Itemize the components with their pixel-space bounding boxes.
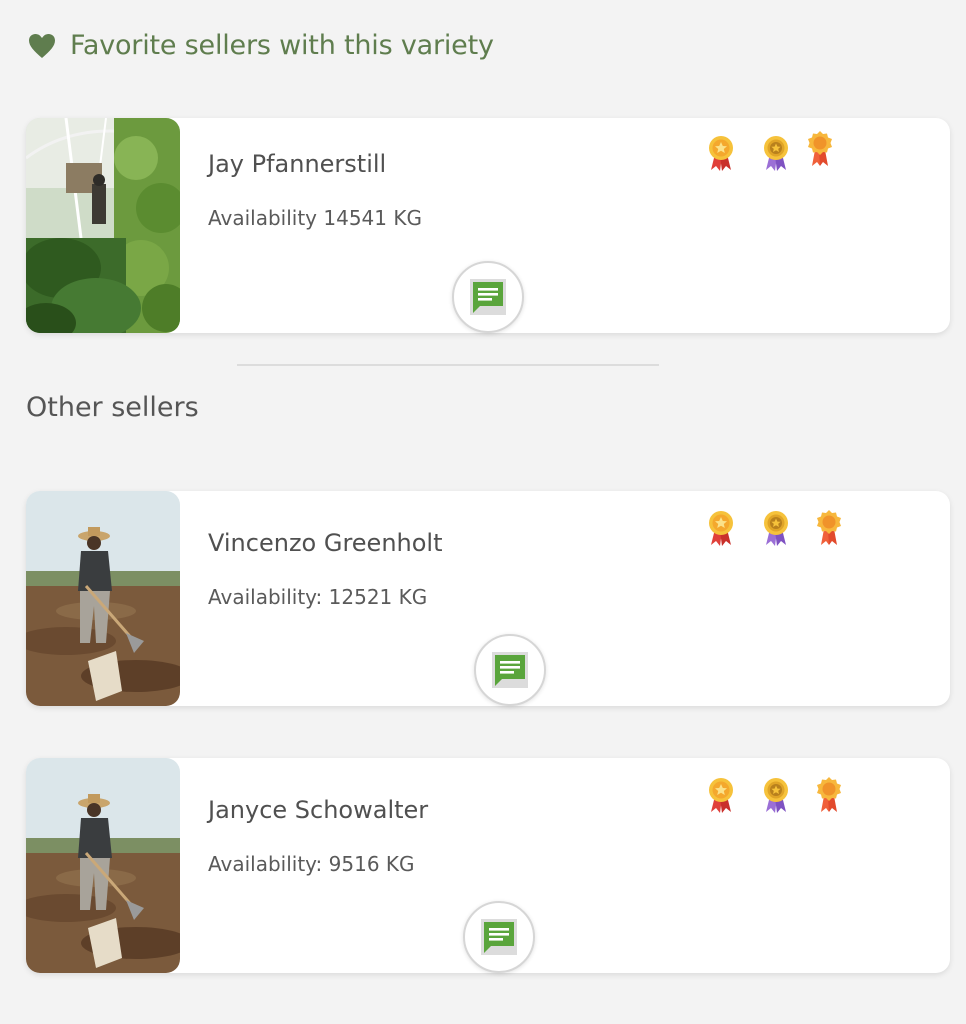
medal-orange-icon [814, 776, 844, 814]
seller-name: Janyce Schowalter [208, 796, 429, 824]
chat-message-icon [481, 919, 517, 955]
chat-message-icon [470, 279, 506, 315]
seller-card[interactable]: Jay Pfannerstill Availability 14541 KG [26, 118, 950, 333]
section-divider [237, 364, 659, 366]
medal-purple-icon [761, 776, 791, 814]
seller-photo-farmer [26, 491, 180, 706]
seller-name: Vincenzo Greenholt [208, 529, 443, 557]
medal-purple-icon [761, 509, 791, 547]
medal-red-icon [706, 509, 736, 547]
seller-name: Jay Pfannerstill [208, 150, 387, 178]
medal-orange-icon [814, 509, 844, 547]
favorite-sellers-header: Favorite sellers with this variety [28, 30, 494, 61]
chat-button[interactable] [463, 901, 535, 973]
heart-icon [29, 33, 55, 58]
favorite-sellers-title: Favorite sellers with this variety [70, 30, 494, 61]
seller-availability: Availability: 12521 KG [208, 585, 428, 609]
medal-orange-icon [805, 130, 835, 168]
seller-availability: Availability: 9516 KG [208, 852, 415, 876]
chat-button[interactable] [452, 261, 524, 333]
seller-card[interactable]: Janyce Schowalter Availability: 9516 KG [26, 758, 950, 973]
medal-purple-icon [761, 134, 791, 172]
chat-button[interactable] [474, 634, 546, 706]
seller-photo-greenhouse [26, 118, 180, 333]
sellers-page: Favorite sellers with this variety Jay P… [0, 0, 966, 1024]
chat-message-icon [492, 652, 528, 688]
medal-red-icon [706, 134, 736, 172]
seller-photo-farmer [26, 758, 180, 973]
seller-card[interactable]: Vincenzo Greenholt Availability: 12521 K… [26, 491, 950, 706]
seller-availability: Availability 14541 KG [208, 206, 422, 230]
other-sellers-title: Other sellers [26, 392, 199, 423]
medal-red-icon [706, 776, 736, 814]
